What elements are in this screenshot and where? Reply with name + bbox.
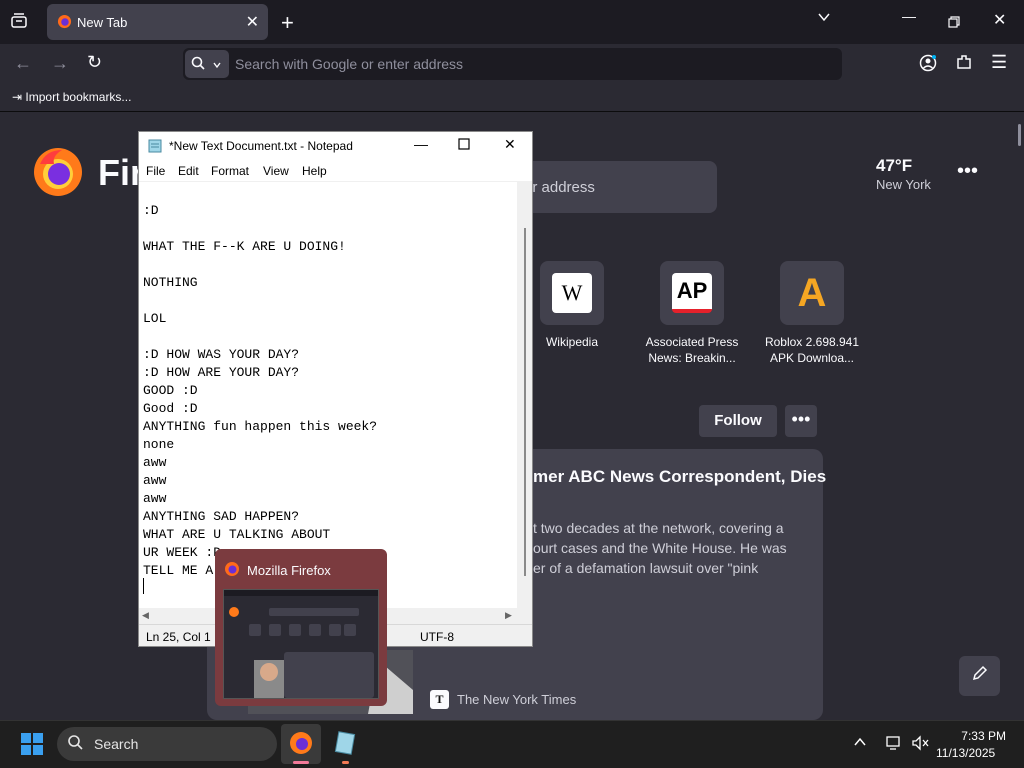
menu-format[interactable]: Format bbox=[211, 164, 249, 178]
tab-new-tab[interactable]: New Tab ✕ bbox=[47, 4, 268, 40]
network-icon[interactable] bbox=[885, 735, 901, 754]
notepad-vertical-scroll-thumb[interactable] bbox=[524, 228, 526, 576]
new-tab-button[interactable]: + bbox=[281, 10, 294, 36]
encoding: UTF-8 bbox=[420, 630, 454, 644]
search-icon bbox=[191, 56, 205, 70]
weather-temperature[interactable]: 47°F bbox=[876, 156, 912, 176]
notepad-close-button[interactable]: ✕ bbox=[504, 136, 516, 153]
windows-start-icon[interactable] bbox=[20, 732, 44, 761]
reload-icon[interactable]: ↻ bbox=[87, 52, 102, 73]
url-placeholder: Search with Google or enter address bbox=[235, 56, 464, 72]
taskbar-search-label: Search bbox=[94, 736, 139, 752]
taskbar-firefox-button[interactable] bbox=[281, 724, 321, 764]
top-site-roblox-apk[interactable]: A bbox=[780, 261, 844, 325]
menu-view[interactable]: View bbox=[263, 164, 289, 178]
minimize-button[interactable]: — bbox=[902, 8, 916, 24]
weather-menu-button[interactable]: ••• bbox=[957, 160, 978, 183]
text-cursor bbox=[143, 578, 144, 594]
pencil-icon bbox=[972, 665, 987, 681]
close-window-button[interactable]: ✕ bbox=[993, 10, 1006, 30]
notepad-icon bbox=[334, 731, 356, 764]
notepad-minimize-button[interactable]: — bbox=[414, 136, 428, 152]
weather-city: New York bbox=[876, 177, 931, 192]
notepad-title-bar[interactable]: *New Text Document.txt - Notepad — ✕ bbox=[139, 132, 532, 160]
wikipedia-icon: W bbox=[552, 273, 592, 313]
url-bar[interactable]: Search with Google or enter address bbox=[183, 48, 842, 80]
taskbar-search-box[interactable]: Search bbox=[57, 727, 277, 761]
notepad-app-icon bbox=[147, 138, 163, 159]
notepad-maximize-button[interactable] bbox=[458, 137, 470, 153]
story-excerpt-line: er of a defamation lawsuit over "pink bbox=[533, 560, 759, 576]
firefox-icon bbox=[290, 732, 312, 764]
tab-list-icon[interactable] bbox=[10, 12, 28, 35]
forward-icon[interactable]: → bbox=[51, 53, 69, 74]
edit-pencil-button[interactable] bbox=[959, 656, 1000, 696]
bookmarks-bar: ⇥ Import bookmarks... bbox=[0, 84, 1024, 112]
taskbar-clock-time[interactable]: 7:33 PM bbox=[958, 729, 1006, 743]
story-title[interactable]: mer ABC News Correspondent, Dies bbox=[533, 467, 826, 487]
top-site-ap-news[interactable]: AP bbox=[660, 261, 724, 325]
import-bookmarks-label: Import bookmarks... bbox=[25, 90, 132, 104]
show-hidden-icons-chevron-icon[interactable] bbox=[853, 735, 867, 752]
menu-file[interactable]: File bbox=[146, 164, 165, 178]
ap-logo-icon: AP bbox=[672, 273, 712, 313]
top-site-label: Associated Press News: Breakin... bbox=[645, 335, 739, 365]
firefox-favicon-icon bbox=[57, 14, 72, 34]
follow-button[interactable]: Follow bbox=[699, 405, 777, 437]
import-icon: ⇥ bbox=[12, 90, 23, 104]
firefox-icon bbox=[224, 561, 240, 582]
extensions-icon[interactable] bbox=[955, 53, 973, 76]
back-icon[interactable]: ← bbox=[14, 53, 32, 74]
tab-title: New Tab bbox=[77, 15, 128, 30]
top-site-wikipedia[interactable]: W bbox=[540, 261, 604, 325]
scroll-right-icon[interactable]: ▶ bbox=[505, 610, 512, 621]
notepad-text-area[interactable]: :D WHAT THE F--K ARE U DOING! NOTHING LO… bbox=[143, 202, 377, 580]
firefox-tab-bar: New Tab ✕ + — ✕ bbox=[0, 0, 1024, 44]
newtab-search-placeholder: er address bbox=[524, 179, 595, 196]
menu-edit[interactable]: Edit bbox=[178, 164, 199, 178]
menu-icon[interactable]: ☰ bbox=[991, 52, 1007, 73]
search-engine-button[interactable] bbox=[185, 50, 229, 78]
account-icon[interactable] bbox=[919, 54, 937, 77]
story-excerpt-line: t two decades at the network, covering a bbox=[533, 520, 784, 536]
volume-muted-icon[interactable] bbox=[911, 735, 929, 754]
notepad-title: *New Text Document.txt - Notepad bbox=[169, 139, 353, 153]
page-scrollbar[interactable] bbox=[1018, 124, 1021, 146]
nyt-logo-icon: T bbox=[430, 690, 449, 709]
taskbar-clock-date[interactable]: 11/13/2025 bbox=[936, 746, 995, 760]
notepad-menu-bar: File Edit Format View Help bbox=[139, 160, 532, 182]
roblox-apk-icon: A bbox=[797, 271, 827, 315]
story-source: The New York Times bbox=[457, 692, 577, 707]
chevron-down-icon[interactable] bbox=[817, 10, 831, 27]
screen: New Tab ✕ + — ✕ ← → ↻ ☰ Search with Goog… bbox=[0, 0, 1024, 768]
restore-button[interactable] bbox=[948, 12, 960, 33]
chevron-down-icon bbox=[213, 62, 221, 69]
preview-thumbnail[interactable] bbox=[223, 589, 379, 699]
taskbar-preview-popup[interactable]: Mozilla Firefox bbox=[215, 549, 387, 706]
cursor-position: Ln 25, Col 1 bbox=[146, 630, 211, 644]
top-site-label: Roblox 2.698.941 APK Downloa... bbox=[764, 335, 860, 365]
close-tab-icon[interactable]: ✕ bbox=[246, 12, 259, 32]
firefox-logo-icon bbox=[32, 146, 84, 203]
menu-help[interactable]: Help bbox=[302, 164, 327, 178]
story-excerpt-line: ourt cases and the White House. He was bbox=[533, 540, 787, 556]
preview-title: Mozilla Firefox bbox=[247, 563, 331, 578]
import-bookmarks-link[interactable]: ⇥ Import bookmarks... bbox=[12, 90, 131, 104]
newtab-search-box[interactable]: er address bbox=[520, 161, 717, 213]
taskbar-notepad-button[interactable] bbox=[325, 724, 365, 764]
topic-menu-button[interactable]: ••• bbox=[785, 405, 817, 437]
scroll-left-icon[interactable]: ◀ bbox=[142, 610, 149, 621]
search-icon bbox=[67, 734, 83, 754]
